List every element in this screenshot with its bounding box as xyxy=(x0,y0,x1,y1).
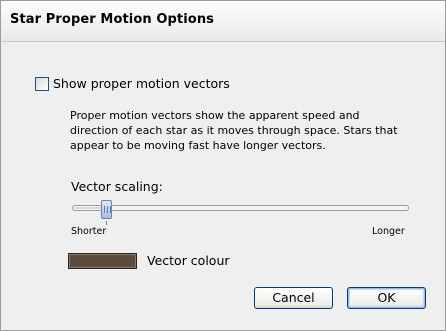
show-vectors-label[interactable]: Show proper motion vectors xyxy=(53,76,230,91)
vector-colour-label: Vector colour xyxy=(147,253,230,268)
slider-min-label: Shorter xyxy=(71,226,107,237)
vector-scaling-slider-thumb[interactable] xyxy=(101,200,112,219)
description-line: direction of each star as it moves throu… xyxy=(70,124,398,137)
vector-scaling-label: Vector scaling: xyxy=(71,179,163,194)
description-text: Proper motion vectors show the apparent … xyxy=(70,108,420,153)
description-line: Proper motion vectors show the apparent … xyxy=(70,109,360,122)
cancel-button[interactable]: Cancel xyxy=(254,287,333,309)
show-vectors-checkbox[interactable] xyxy=(35,77,49,91)
title-bar: Star Proper Motion Options xyxy=(1,1,445,42)
vector-scaling-slider-track[interactable] xyxy=(72,205,409,211)
grip-icon xyxy=(104,206,111,213)
slider-max-label: Longer xyxy=(372,226,405,237)
slider-tick-mark xyxy=(106,221,107,225)
vector-colour-swatch[interactable] xyxy=(68,253,137,269)
star-proper-motion-dialog: Star Proper Motion Options Show proper m… xyxy=(0,0,446,331)
description-line: appear to be moving fast have longer vec… xyxy=(70,139,326,152)
slider-fill xyxy=(74,207,103,209)
ok-button[interactable]: OK xyxy=(347,287,426,309)
dialog-title: Star Proper Motion Options xyxy=(10,12,215,27)
